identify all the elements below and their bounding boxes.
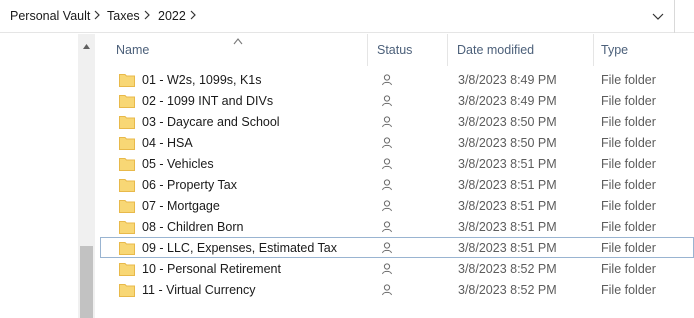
file-date-modified: 3/8/2023 8:51 PM bbox=[458, 241, 557, 255]
file-date-modified: 3/8/2023 8:51 PM bbox=[458, 178, 557, 192]
file-type: File folder bbox=[601, 73, 656, 87]
file-name[interactable]: 08 - Children Born bbox=[142, 220, 243, 234]
file-row[interactable]: 02 - 1099 INT and DIVs 3/8/2023 8:49 PM Fi… bbox=[100, 90, 694, 111]
folder-icon bbox=[119, 220, 135, 234]
online-only-person-icon bbox=[381, 136, 393, 150]
address-bar[interactable]: Personal Vault Taxes 2022 bbox=[0, 0, 694, 33]
file-row[interactable]: 03 - Daycare and School 3/8/2023 8:50 PM F… bbox=[100, 111, 694, 132]
folder-icon bbox=[119, 199, 135, 213]
folder-icon bbox=[119, 178, 135, 192]
file-type: File folder bbox=[601, 220, 656, 234]
folder-icon bbox=[119, 115, 135, 129]
file-row[interactable]: 06 - Property Tax 3/8/2023 8:51 PM File fo… bbox=[100, 174, 694, 195]
online-only-person-icon bbox=[381, 283, 393, 297]
file-list: 01 - W2s, 1099s, K1s 3/8/2023 8:49 PM File… bbox=[95, 66, 694, 318]
online-only-person-icon bbox=[381, 220, 393, 234]
breadcrumb-taxes[interactable]: Taxes bbox=[107, 9, 140, 23]
breadcrumb-chevron-icon[interactable] bbox=[142, 8, 152, 22]
file-type: File folder bbox=[601, 199, 656, 213]
online-only-person-icon bbox=[381, 157, 393, 171]
file-type: File folder bbox=[601, 136, 656, 150]
folder-icon bbox=[119, 136, 135, 150]
column-header-name[interactable]: Name bbox=[116, 43, 149, 57]
file-name[interactable]: 05 - Vehicles bbox=[142, 157, 214, 171]
folder-icon bbox=[119, 262, 135, 276]
file-date-modified: 3/8/2023 8:52 PM bbox=[458, 262, 557, 276]
breadcrumb-personal-vault[interactable]: Personal Vault bbox=[10, 9, 90, 23]
column-divider[interactable] bbox=[447, 34, 448, 66]
online-only-person-icon bbox=[381, 115, 393, 129]
folder-icon bbox=[119, 157, 135, 171]
navigation-pane bbox=[0, 34, 78, 318]
scroll-up-button[interactable] bbox=[78, 38, 95, 54]
file-row[interactable]: 01 - W2s, 1099s, K1s 3/8/2023 8:49 PM File… bbox=[100, 69, 694, 90]
file-date-modified: 3/8/2023 8:51 PM bbox=[458, 199, 557, 213]
folder-icon bbox=[119, 73, 135, 87]
file-name[interactable]: 10 - Personal Retirement bbox=[142, 262, 281, 276]
file-date-modified: 3/8/2023 8:51 PM bbox=[458, 220, 557, 234]
file-type: File folder bbox=[601, 94, 656, 108]
online-only-person-icon bbox=[381, 94, 393, 108]
file-name[interactable]: 03 - Daycare and School bbox=[142, 115, 280, 129]
column-divider[interactable] bbox=[367, 34, 368, 66]
refresh-button[interactable] bbox=[674, 0, 694, 33]
folder-icon bbox=[119, 283, 135, 297]
file-row[interactable]: 09 - LLC, Expenses, Estimated Tax 3/8/202… bbox=[100, 237, 694, 258]
breadcrumb-chevron-icon[interactable] bbox=[188, 8, 198, 22]
scroll-thumb[interactable] bbox=[80, 246, 93, 318]
column-divider[interactable] bbox=[593, 34, 594, 66]
file-date-modified: 3/8/2023 8:49 PM bbox=[458, 73, 557, 87]
folder-icon bbox=[119, 94, 135, 108]
file-name[interactable]: 07 - Mortgage bbox=[142, 199, 220, 213]
online-only-person-icon bbox=[381, 262, 393, 276]
file-date-modified: 3/8/2023 8:51 PM bbox=[458, 157, 557, 171]
file-name[interactable]: 06 - Property Tax bbox=[142, 178, 237, 192]
file-row[interactable]: 10 - Personal Retirement 3/8/2023 8:52 PM… bbox=[100, 258, 694, 279]
sort-ascending-icon bbox=[233, 38, 243, 45]
file-type: File folder bbox=[601, 157, 656, 171]
file-row[interactable]: 05 - Vehicles 3/8/2023 8:51 PM File folder bbox=[100, 153, 694, 174]
file-row[interactable]: 07 - Mortgage 3/8/2023 8:51 PM File folder bbox=[100, 195, 694, 216]
column-header-row: Name Status Date modified Type bbox=[95, 34, 694, 66]
file-name[interactable]: 09 - LLC, Expenses, Estimated Tax bbox=[142, 241, 337, 255]
file-date-modified: 3/8/2023 8:52 PM bbox=[458, 283, 557, 297]
column-header-type[interactable]: Type bbox=[601, 43, 628, 57]
file-name[interactable]: 02 - 1099 INT and DIVs bbox=[142, 94, 273, 108]
file-type: File folder bbox=[601, 115, 656, 129]
online-only-person-icon bbox=[381, 199, 393, 213]
column-header-status[interactable]: Status bbox=[377, 43, 412, 57]
file-type: File folder bbox=[601, 241, 656, 255]
file-type: File folder bbox=[601, 178, 656, 192]
file-row[interactable]: 04 - HSA 3/8/2023 8:50 PM File folder bbox=[100, 132, 694, 153]
file-explorer: Personal Vault Taxes 2022 Name Status Da… bbox=[0, 0, 694, 318]
breadcrumb-chevron-icon[interactable] bbox=[92, 8, 102, 22]
address-history-button[interactable] bbox=[644, 5, 672, 29]
file-date-modified: 3/8/2023 8:49 PM bbox=[458, 94, 557, 108]
file-row[interactable]: 08 - Children Born 3/8/2023 8:51 PM File f… bbox=[100, 216, 694, 237]
column-header-date-modified[interactable]: Date modified bbox=[457, 43, 534, 57]
navigation-scrollbar[interactable] bbox=[78, 34, 95, 318]
breadcrumb-2022[interactable]: 2022 bbox=[158, 9, 186, 23]
file-name[interactable]: 04 - HSA bbox=[142, 136, 193, 150]
folder-icon bbox=[119, 241, 135, 255]
file-date-modified: 3/8/2023 8:50 PM bbox=[458, 136, 557, 150]
online-only-person-icon bbox=[381, 178, 393, 192]
triangle-up-icon bbox=[83, 44, 90, 49]
file-row[interactable]: 11 - Virtual Currency 3/8/2023 8:52 PM Fil… bbox=[100, 279, 694, 300]
file-type: File folder bbox=[601, 283, 656, 297]
online-only-person-icon bbox=[381, 241, 393, 255]
file-date-modified: 3/8/2023 8:50 PM bbox=[458, 115, 557, 129]
file-name[interactable]: 01 - W2s, 1099s, K1s bbox=[142, 73, 262, 87]
file-type: File folder bbox=[601, 262, 656, 276]
chevron-down-icon bbox=[652, 13, 664, 20]
file-name[interactable]: 11 - Virtual Currency bbox=[142, 283, 255, 297]
online-only-person-icon bbox=[381, 73, 393, 87]
